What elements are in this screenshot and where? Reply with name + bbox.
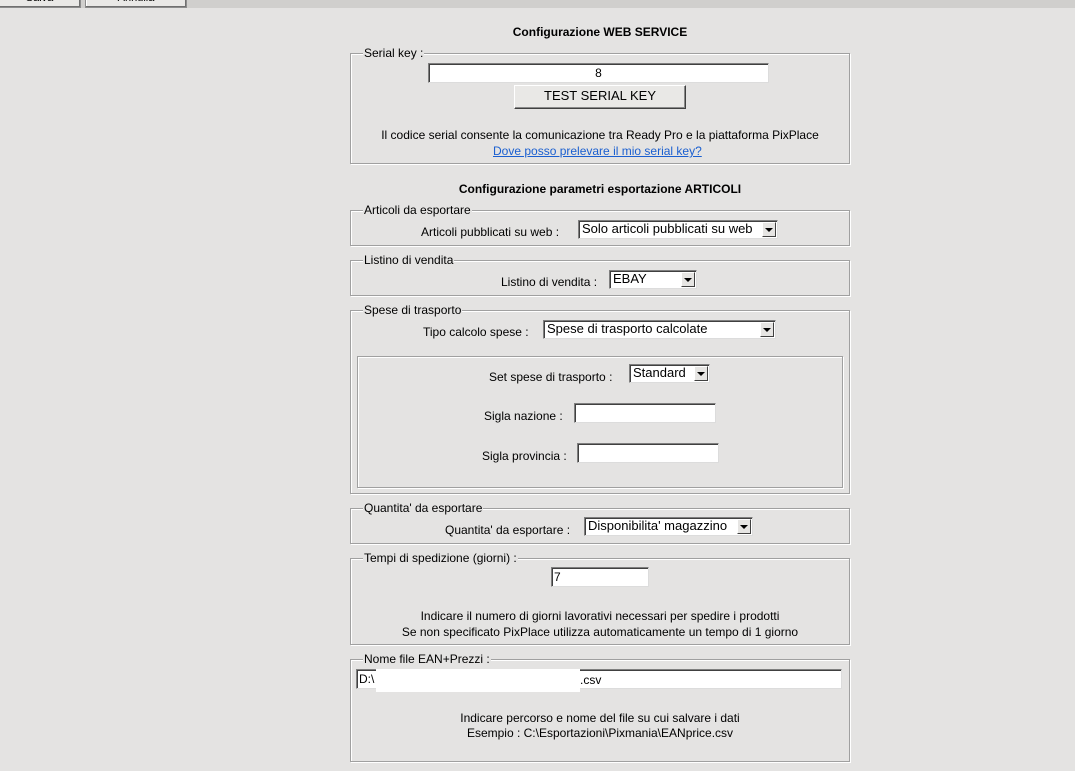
ean-file-path-prefix: D:\ <box>359 672 375 686</box>
quantity-value: Disponibilita' magazzino <box>588 518 728 533</box>
chevron-down-icon[interactable] <box>760 322 774 337</box>
price-list-value: EBAY <box>613 271 647 286</box>
ean-file-path-suffix: .csv <box>580 673 602 687</box>
price-list-group: Listino di vendita <box>350 253 850 296</box>
ean-file-info-line2: Esempio : C:\Esportazioni\Pixmania\EANpr… <box>466 726 734 740</box>
web-service-title: Configurazione WEB SERVICE <box>512 25 688 39</box>
chevron-down-icon[interactable] <box>681 272 695 287</box>
shipping-time-info-line1: Indicare il numero di giorni lavorativi … <box>420 609 780 623</box>
price-list-label: Listino di vendita : <box>501 275 598 289</box>
ean-file-info-line1: Indicare percorso e nome del file su cui… <box>460 711 740 725</box>
country-code-input[interactable] <box>574 403 716 423</box>
chevron-down-icon[interactable] <box>762 222 776 237</box>
shipping-time-legend: Tempi di spedizione (giorni) : <box>363 551 518 565</box>
shipping-set-value: Standard <box>633 365 686 380</box>
ean-file-legend: Nome file EAN+Prezzi : <box>363 652 491 666</box>
shipping-set-label: Set spese di trasporto : <box>489 370 613 384</box>
shipping-type-value: Spese di trasporto calcolate <box>547 321 708 336</box>
export-articles-value: Solo articoli pubblicati su web <box>582 221 753 236</box>
quantity-legend: Quantita' da esportare <box>363 501 484 515</box>
serial-key-input[interactable]: 8 <box>428 63 769 83</box>
province-code-input[interactable] <box>577 443 719 463</box>
redacted-path-block <box>376 669 580 692</box>
serial-help-link[interactable]: Dove posso prelevare il mio serial key? <box>493 144 702 158</box>
articoli-title: Configurazione parametri esportazione AR… <box>458 182 742 196</box>
chevron-down-icon[interactable] <box>737 519 751 534</box>
shipping-costs-legend: Spese di trasporto <box>363 303 463 317</box>
price-list-select[interactable]: EBAY <box>609 270 697 289</box>
price-list-legend: Listino di vendita <box>363 253 455 267</box>
shipping-type-select[interactable]: Spese di trasporto calcolate <box>543 320 776 339</box>
serial-info-text: Il codice serial consente la comunicazio… <box>381 128 819 142</box>
cancel-button[interactable]: Annulla <box>85 0 187 8</box>
export-articles-legend: Articoli da esportare <box>363 203 472 217</box>
serial-key-legend: Serial key : <box>363 46 425 60</box>
chevron-down-icon[interactable] <box>694 366 708 381</box>
shipping-time-info-line2: Se non specificato PixPlace utilizza aut… <box>401 625 799 639</box>
shipping-type-label: Tipo calcolo spese : <box>423 325 529 339</box>
test-serial-key-button[interactable]: TEST SERIAL KEY <box>514 85 686 109</box>
quantity-select[interactable]: Disponibilita' magazzino <box>584 517 753 536</box>
country-code-label: Sigla nazione : <box>484 409 563 423</box>
quantity-label: Quantita' da esportare : <box>445 523 571 537</box>
province-code-label: Sigla provincia : <box>482 449 567 463</box>
shipping-set-select[interactable]: Standard <box>629 364 710 383</box>
export-articles-label: Articoli pubblicati su web : <box>421 225 560 239</box>
shipping-days-input[interactable]: 7 <box>551 567 649 587</box>
save-button[interactable]: Salva <box>0 0 81 8</box>
export-articles-select[interactable]: Solo articoli pubblicati su web <box>578 220 778 239</box>
